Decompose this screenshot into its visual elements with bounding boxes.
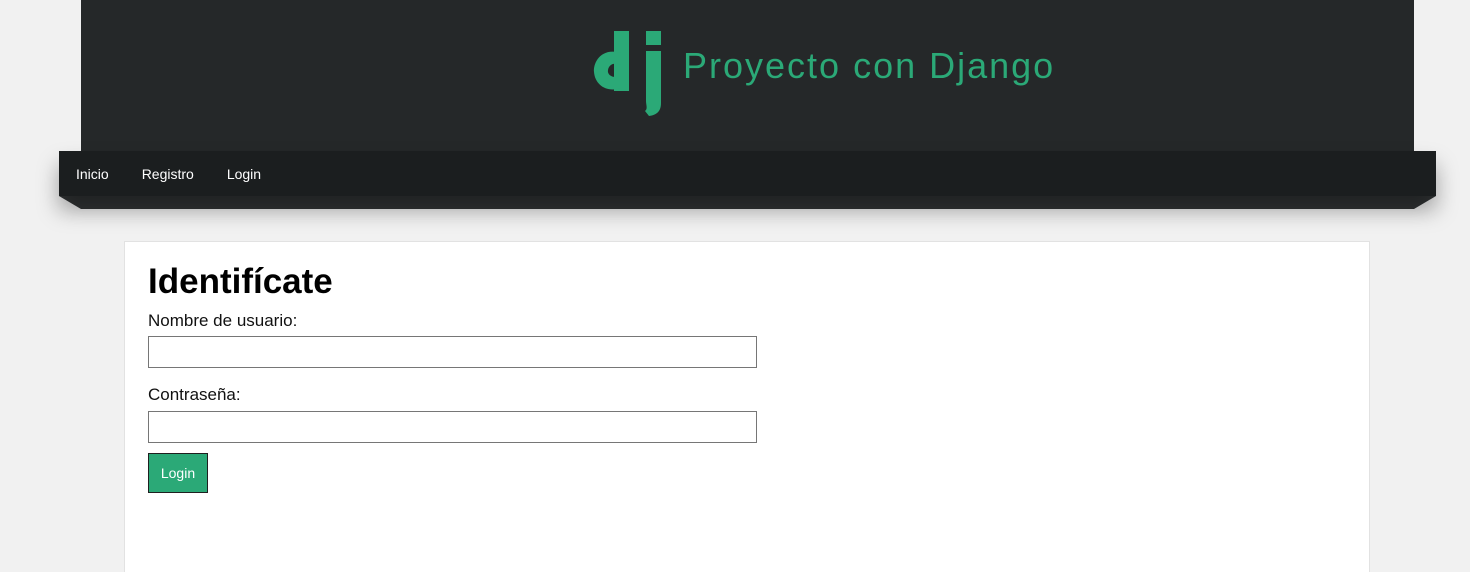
site-title: Proyecto con Django — [683, 45, 1056, 86]
username-label: Nombre de usuario: — [148, 311, 298, 330]
login-panel: Identifícate Nombre de usuario: Contrase… — [124, 241, 1370, 572]
password-label: Contraseña: — [148, 385, 241, 404]
navbar: Inicio Registro Login — [59, 151, 1436, 196]
username-field[interactable] — [148, 336, 757, 368]
page-title: Identifícate — [148, 262, 333, 301]
nav-link-inicio[interactable]: Inicio — [76, 166, 109, 182]
django-logo-icon — [593, 31, 661, 116]
nav-link-registro[interactable]: Registro — [142, 166, 194, 182]
navbar-ribbon — [59, 196, 1436, 209]
site-header: Proyecto con Django — [81, 0, 1414, 152]
brand: Proyecto con Django — [593, 26, 1055, 118]
page: Proyecto con Django Inicio Registro Logi… — [0, 0, 1470, 572]
login-button[interactable]: Login — [148, 453, 208, 493]
password-field[interactable] — [148, 411, 757, 443]
nav-link-login[interactable]: Login — [227, 166, 261, 182]
